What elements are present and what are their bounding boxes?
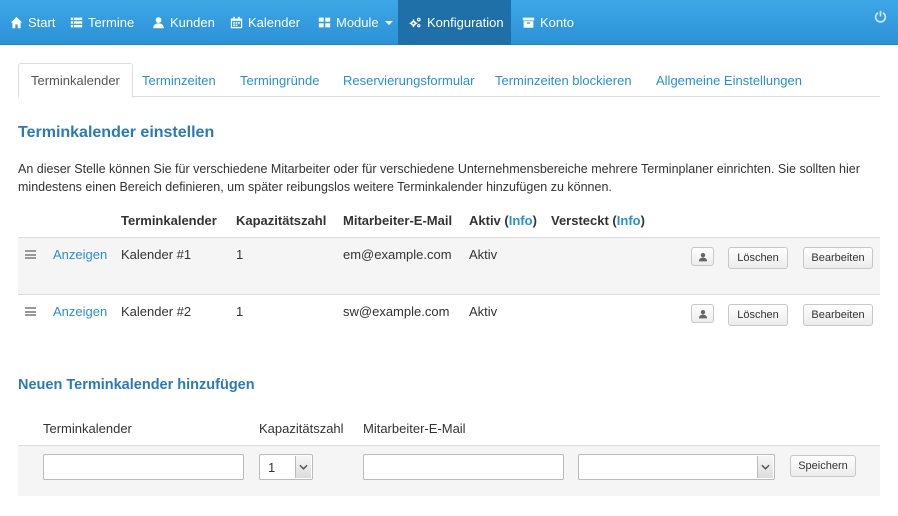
show-link[interactable]: Anzeigen [53,304,107,319]
user-icon [698,309,707,318]
column-header-active-suffix: ) [532,213,537,228]
delete-button[interactable]: Löschen [728,247,788,269]
show-link[interactable]: Anzeigen [53,247,107,262]
section-description: An dieser Stelle können Sie für verschie… [18,162,860,194]
capacity-value: 1 [236,304,244,319]
calendar-icon [229,16,243,30]
status-select[interactable] [578,454,775,480]
add-form-row: 1 Speichern [18,445,880,496]
nav-item-konto[interactable]: Konto [521,0,574,45]
top-navbar: Start Termine Kunden Kalender Module Kon… [0,0,898,45]
nav-item-konfiguration[interactable]: Konfiguration [398,0,511,45]
email-value: em@example.com [343,247,452,262]
email-value: sw@example.com [343,304,450,319]
label-capacity: Kapazitätszahl [259,421,344,436]
status-value: Aktiv [469,247,498,262]
capacity-select[interactable]: 1 [259,454,313,480]
nav-item-kunden[interactable]: Kunden [151,0,215,45]
user-icon [151,16,165,30]
column-header-active-label: Aktiv ( [469,213,509,228]
user-button[interactable] [691,304,714,323]
nav-item-label: Konto [540,15,574,30]
tab-terminzeiten[interactable]: Terminzeiten [130,63,228,97]
nav-item-kalender[interactable]: Kalender [229,0,300,45]
active-info-link[interactable]: Info [509,213,533,228]
edit-button[interactable]: Bearbeiten [803,304,873,326]
hidden-info-link[interactable]: Info [617,213,641,228]
capacity-value: 1 [236,247,244,262]
nav-item-termine[interactable]: Termine [69,0,134,45]
table-row: Anzeigen Kalender #2 1 sw@example.com Ak… [18,294,880,351]
tab-terminkalender[interactable]: Terminkalender [18,63,133,98]
label-email: Mitarbeiter-E-Mail [363,421,466,436]
nav-item-label: Konfiguration [427,15,504,30]
chevron-down-icon [295,456,311,478]
archive-icon [521,16,535,30]
column-header-active: Aktiv (Info) [469,213,537,228]
column-header-calendar: Terminkalender [121,213,217,228]
table-row: Anzeigen Kalender #1 1 em@example.com Ak… [18,237,880,294]
tab-allgemeine-einstellungen[interactable]: Allgemeine Einstellungen [644,63,814,97]
gears-icon [408,16,422,30]
delete-button[interactable]: Löschen [728,304,788,326]
edit-button[interactable]: Bearbeiten [803,247,873,269]
nav-item-label: Kalender [248,15,301,30]
nav-item-label: Start [28,15,56,30]
grid-icon [317,16,331,30]
chevron-down-icon [384,20,393,25]
chevron-down-icon [757,456,773,478]
calendar-name-input[interactable] [43,454,244,480]
status-value: Aktiv [469,304,498,319]
list-icon [69,16,83,30]
user-button[interactable] [691,247,714,266]
column-header-hidden-label: Versteckt ( [551,213,617,228]
nav-item-start[interactable]: Start [9,0,55,45]
calendar-name: Kalender #1 [121,247,192,262]
column-header-capacity: Kapazitätszahl [236,213,327,228]
column-header-hidden: Versteckt (Info) [551,213,645,228]
user-icon [698,252,707,261]
add-section-title: Neuen Terminkalender hinzufügen [18,377,255,393]
label-calendar: Terminkalender [43,421,132,436]
nav-item-label: Kunden [170,15,215,30]
calendar-name: Kalender #2 [121,304,192,319]
capacity-select-value: 1 [268,460,276,475]
email-input[interactable] [363,454,564,480]
power-icon[interactable] [874,10,888,24]
config-tabs: Terminkalender Terminzeiten Termingründe… [18,63,880,98]
section-title: Terminkalender einstellen [18,124,215,141]
column-header-email: Mitarbeiter-E-Mail [343,213,453,228]
tab-terminzeiten-blockieren[interactable]: Terminzeiten blockieren [483,63,644,97]
nav-item-module[interactable]: Module [317,0,393,45]
save-button[interactable]: Speichern [790,455,856,477]
tab-termingruende[interactable]: Termingründe [228,63,332,97]
nav-item-label: Termine [88,15,135,30]
column-header-hidden-suffix: ) [640,213,645,228]
drag-handle-icon[interactable] [25,307,36,316]
tab-reservierungsformular[interactable]: Reservierungsformular [331,63,487,97]
nav-item-label: Module [336,15,379,30]
home-icon [9,16,23,30]
drag-handle-icon[interactable] [25,250,36,259]
